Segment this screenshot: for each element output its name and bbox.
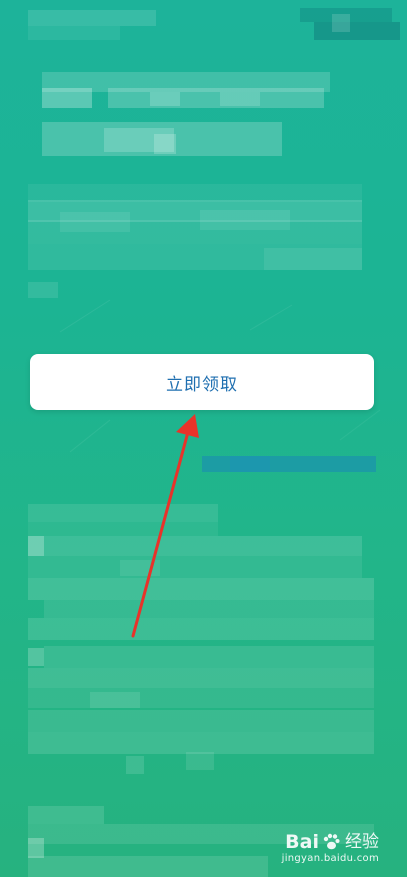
- paw-icon: [323, 833, 340, 850]
- watermark-brand-right: 经验: [345, 832, 379, 852]
- baidu-jingyan-watermark: Bai 经验 jingyan.baidu.com: [282, 831, 379, 865]
- claim-now-button[interactable]: 立即领取: [30, 354, 374, 410]
- watermark-url: jingyan.baidu.com: [281, 853, 379, 864]
- watermark-brand-left: Bai: [285, 831, 319, 853]
- blurred-background-content: [28, 8, 400, 877]
- watermark-logo: Bai 经验: [282, 831, 379, 853]
